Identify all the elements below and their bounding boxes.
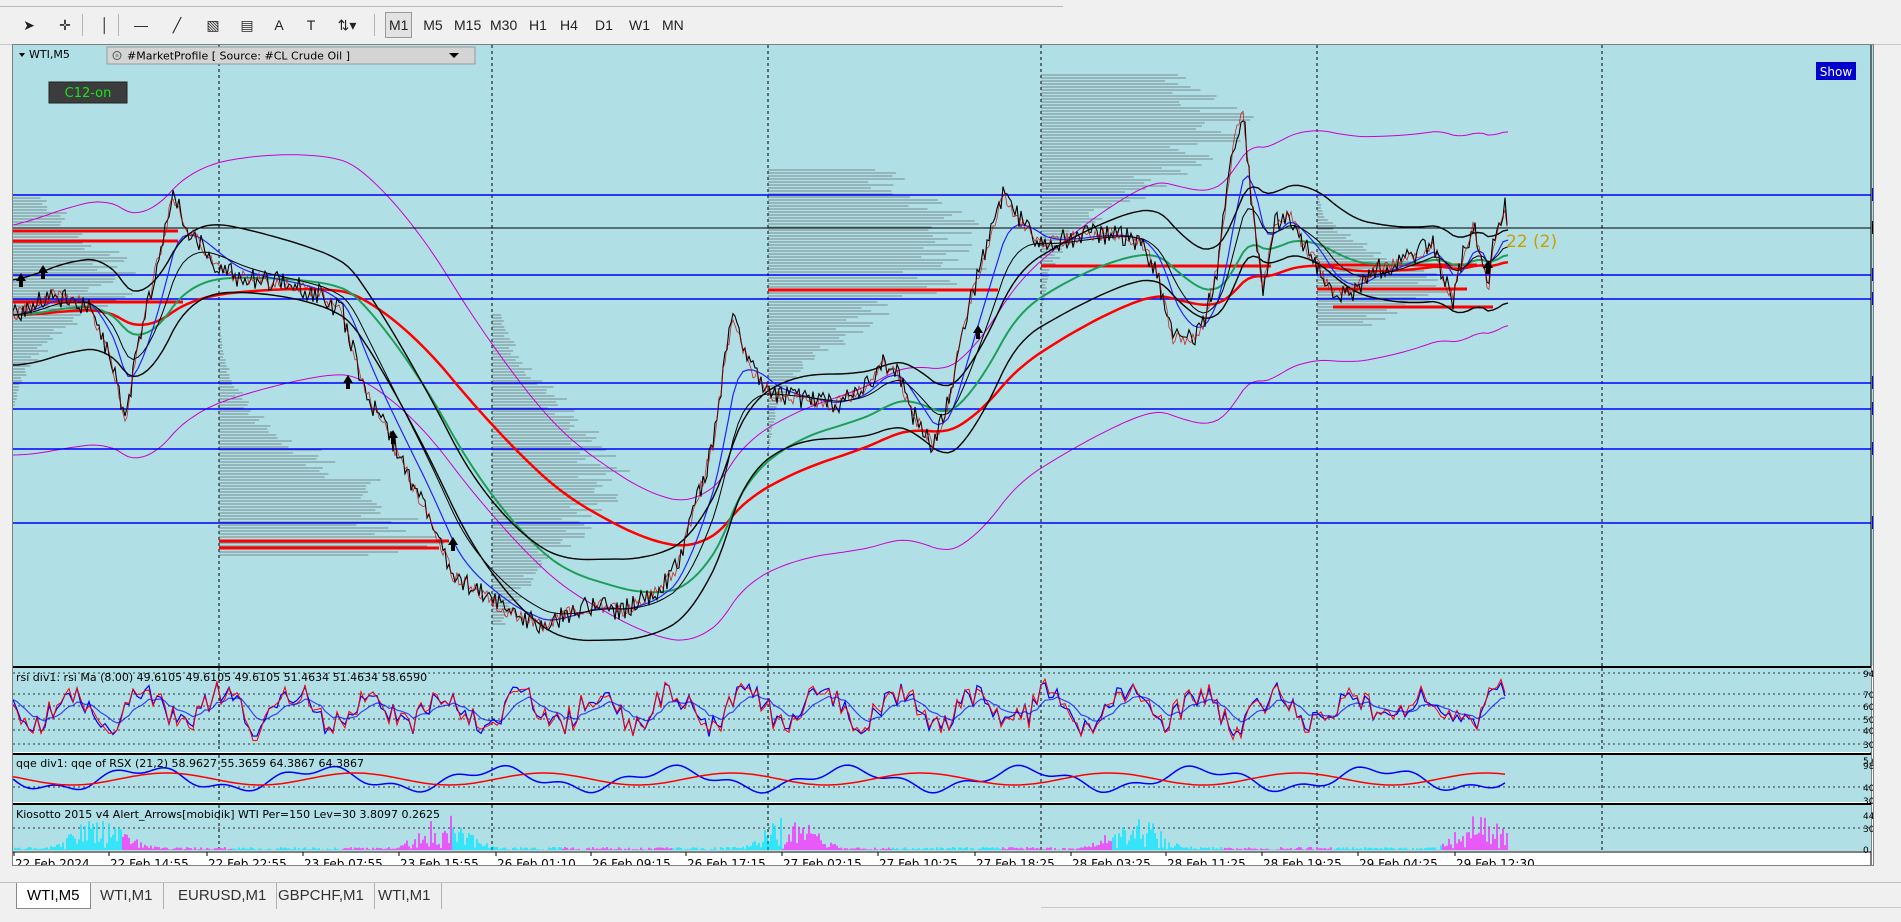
timeframe-m30-button[interactable]: M30: [487, 12, 520, 38]
kiosotto-level-label: 44: [1863, 812, 1873, 822]
rsi-level-label: 40: [1863, 727, 1873, 737]
time-label: 23 Feb 15:55: [400, 857, 479, 865]
time-label: 28 Feb 19:25: [1263, 857, 1342, 865]
price-level-marker: [1872, 268, 1873, 281]
text-icon[interactable]: A: [266, 12, 292, 38]
qqe-pane[interactable]: qqe div1: qqe of RSX (21,2) 58.9627 55.3…: [13, 753, 1871, 802]
point-of-control-bar: [219, 539, 449, 543]
symbol-label: WTI,M5: [29, 48, 70, 61]
kiosotto-level-label: 0: [1863, 846, 1869, 856]
toolbar-separator: [82, 14, 83, 36]
vertical-line-icon[interactable]: │: [92, 12, 118, 38]
c12-on-button[interactable]: C12-on: [48, 81, 128, 104]
current-price-marker: [1872, 221, 1873, 234]
show-button-label: Show: [1820, 65, 1853, 79]
kiosotto-level-label: 30: [1863, 825, 1873, 835]
chart-tab-5[interactable]: WTI,M1: [368, 883, 442, 909]
rsi-level-label: 30: [1863, 741, 1873, 751]
show-button[interactable]: Show: [1816, 62, 1856, 80]
kiosotto-pane[interactable]: Kiosotto 2015 v4 Alert_Arrows[mobidik] W…: [13, 803, 1871, 851]
time-label: 22 Feb 2024: [15, 857, 90, 865]
timeframe-m15-button[interactable]: M15: [451, 12, 484, 38]
chart-tab-2[interactable]: WTI,M1: [90, 883, 164, 909]
point-of-control-bar: [13, 300, 183, 304]
indicator-icon-dot: [115, 53, 119, 58]
chart-tab-1[interactable]: WTI,M5: [16, 883, 91, 909]
price-level-marker: [1872, 442, 1873, 455]
rsi-title: rsi div1: rsi Ma (8.00) 49.6105 49.6105 …: [16, 671, 427, 684]
time-label: 27 Feb 02:15: [783, 857, 862, 865]
time-label: 27 Feb 10:25: [879, 857, 958, 865]
time-label: 27 Feb 18:25: [976, 857, 1055, 865]
chart-tab-4[interactable]: GBPCHF,M1: [268, 883, 375, 909]
time-label: 26 Feb 17:15: [687, 857, 766, 865]
price-level-marker: [1872, 292, 1873, 305]
top-strip: [0, 0, 1063, 7]
timeframe-w1-button[interactable]: W1: [626, 12, 653, 38]
horizontal-line-icon[interactable]: —: [128, 12, 154, 38]
toolbar-separator: [374, 14, 375, 36]
text-label-icon[interactable]: T: [298, 12, 324, 38]
dropdown-label: #MarketProfile [ Source: #CL Crude Oil ]: [127, 50, 350, 63]
arrows-icon[interactable]: ⇅▾: [334, 12, 360, 38]
channel-icon[interactable]: ▧: [200, 12, 226, 38]
price-level-marker: [1872, 376, 1873, 389]
time-label: 28 Feb 11:25: [1167, 857, 1246, 865]
rsi-level-label: 50: [1863, 716, 1873, 726]
price-level-marker: [1872, 188, 1873, 201]
rsi-pane[interactable]: rsi div1: rsi Ma (8.00) 49.6105 49.6105 …: [13, 666, 1871, 752]
point-of-control-bar: [1333, 305, 1493, 309]
point-of-control-bar: [219, 546, 439, 550]
trendline-icon[interactable]: ╱: [164, 12, 190, 38]
timeframe-mn-button[interactable]: MN: [659, 12, 687, 38]
time-axis: 22 Feb 2024 22 Feb 14:55 22 Feb 22:55 23 Fe…: [13, 852, 1535, 865]
qqe-title: qqe div1: qqe of RSX (21,2) 58.9627 55.3…: [16, 757, 364, 770]
cursor-icon[interactable]: ➤: [16, 12, 42, 38]
toolbar-separator: [118, 14, 119, 36]
toolbar: ➤ ✛ │ — ╱ ▧ ▤ A T ⇅▾ M1 M5 M15 M30 H1 H4 D1 W1 MN: [0, 0, 1901, 45]
point-of-control-bar: [13, 229, 178, 233]
crosshair-icon[interactable]: ✛: [52, 12, 78, 38]
price-level-marker: [1872, 516, 1873, 529]
time-label: 26 Feb 01:10: [497, 857, 576, 865]
chart-window[interactable]: WTI,M5 #MarketProfile [ Source: #CL Crud…: [12, 44, 1874, 866]
chart-tabs-bar: WTI,M5 WTI,M1 EURUSD,M1 GBPCHF,M1 WTI,M1: [0, 882, 1901, 921]
time-label: 23 Feb 07:55: [304, 857, 383, 865]
timeframe-d1-button[interactable]: D1: [591, 12, 617, 38]
time-label: 26 Feb 09:15: [592, 857, 671, 865]
time-label: 22 Feb 22:55: [208, 857, 287, 865]
main-chart-pane[interactable]: [13, 45, 1873, 666]
time-label: 29 Feb 04:25: [1359, 857, 1438, 865]
main-pane-bg: [13, 45, 1873, 666]
timeframe-m5-button[interactable]: M5: [420, 12, 446, 38]
timeframe-h1-button[interactable]: H1: [525, 12, 551, 38]
c12-button-label: C12-on: [65, 86, 112, 101]
market-profile-dropdown[interactable]: #MarketProfile [ Source: #CL Crude Oil ]: [106, 46, 476, 65]
kiosotto-title: Kiosotto 2015 v4 Alert_Arrows[mobidik] W…: [16, 808, 440, 821]
timeframe-h4-button[interactable]: H4: [556, 12, 582, 38]
point-of-control-bar: [13, 239, 178, 243]
time-label: 28 Feb 03:25: [1072, 857, 1151, 865]
time-label: 22 Feb 14:55: [110, 857, 189, 865]
chart-tab-3[interactable]: EURUSD,M1: [168, 883, 278, 909]
level-annotation: 22 (2): [1506, 232, 1557, 252]
price-level-marker: [1872, 402, 1873, 415]
qqe-level-label: 40: [1863, 784, 1873, 794]
rsi-level-label: 94.3: [1863, 670, 1873, 680]
time-label: 29 Feb 12:30: [1456, 857, 1535, 865]
point-of-control-bar: [768, 288, 998, 292]
fibonacci-icon[interactable]: ▤: [234, 12, 260, 38]
qqe-level-label: 98: [1863, 762, 1873, 772]
rsi-level-label: 60: [1863, 703, 1873, 713]
timeframe-m1-button[interactable]: M1: [385, 12, 413, 38]
rsi-level-label: 70: [1863, 691, 1873, 701]
qqe-level-label: 30: [1863, 797, 1873, 807]
